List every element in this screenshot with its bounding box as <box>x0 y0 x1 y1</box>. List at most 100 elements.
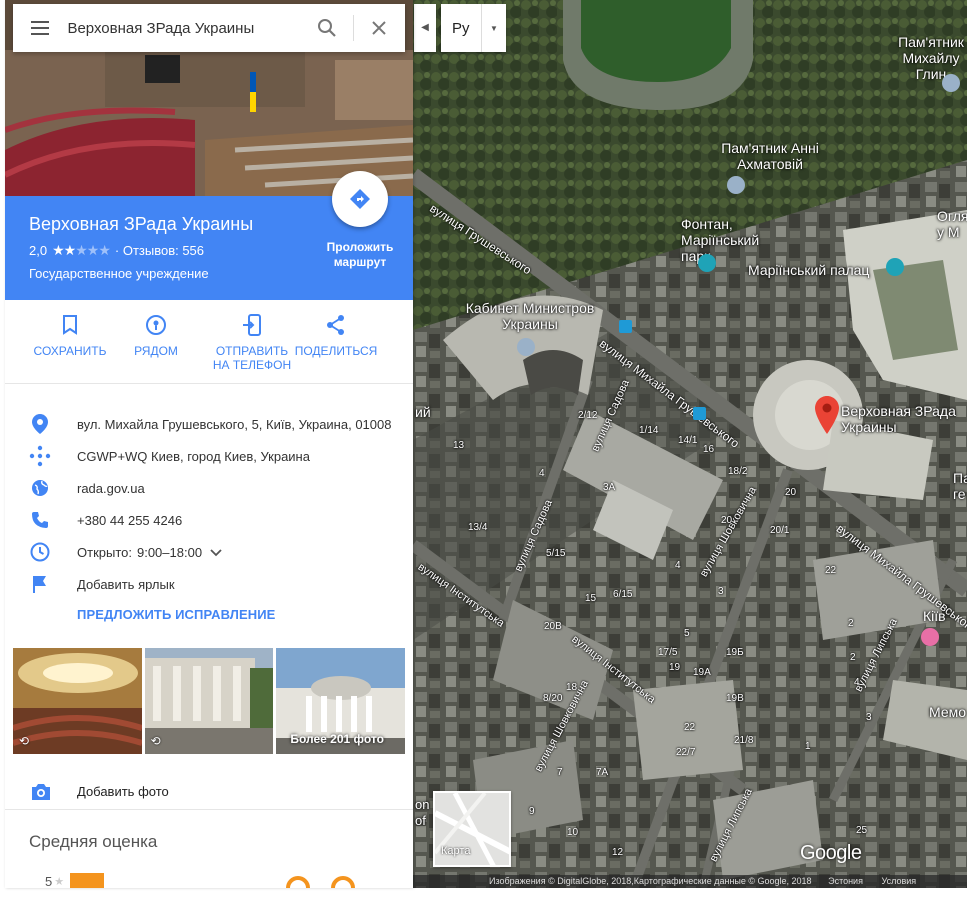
poi-label[interactable]: Кабинет Министров Украины <box>455 300 605 332</box>
nearby-button[interactable]: РЯДОМ <box>111 300 201 383</box>
camera-icon[interactable] <box>886 258 904 276</box>
star-empty-icon: ★ <box>86 242 100 258</box>
photo-thumbnail[interactable]: ⟲ <box>144 648 274 754</box>
house-number: 12 <box>612 847 624 858</box>
website-link[interactable]: rada.gov.ua <box>77 481 145 496</box>
clock-icon <box>30 542 50 562</box>
chevron-down-icon[interactable] <box>210 545 222 560</box>
star-icon: ★ <box>54 875 65 888</box>
house-number: 2 <box>848 618 854 629</box>
house-number: 5/15 <box>546 548 566 559</box>
poi-marker-icon[interactable] <box>727 176 745 194</box>
poi-label[interactable]: Маріїнський палац <box>748 262 869 278</box>
bus-stop-icon <box>619 320 632 333</box>
marker-label[interactable]: Верховная ЗРада Украины <box>841 403 961 435</box>
website-row[interactable]: rada.gov.ua <box>5 472 413 504</box>
directions-button[interactable] <box>332 171 388 227</box>
more-photos-tile[interactable]: Более 201 фото <box>276 648 406 754</box>
rating-bar <box>70 873 105 888</box>
poi-label[interactable]: Пам'ятник Анні Ахматовій <box>705 140 835 172</box>
photo-strip: ⟲ ⟲ Более 201 фото <box>13 648 406 754</box>
house-number: 15 <box>585 593 597 604</box>
directions-icon <box>350 189 370 209</box>
poi-label[interactable]: Огля у М <box>937 208 967 240</box>
place-category[interactable]: Государственное учреждение <box>29 266 209 281</box>
house-number: 10 <box>567 827 579 838</box>
plus-code-row[interactable]: CGWP+WQ Киев, город Киев, Украина <box>5 440 413 472</box>
route-label[interactable]: Проложить маршрут <box>313 240 407 270</box>
bus-stop-icon <box>693 407 706 420</box>
loading-spinner-icon <box>286 876 310 888</box>
flag-icon <box>33 576 46 593</box>
reviews-count-link[interactable]: · Отзывов: 556 <box>115 243 204 258</box>
phone-text: +380 44 255 4246 <box>77 512 183 528</box>
send-to-phone-button[interactable]: ОТПРАВИТЬ НА ТЕЛЕФОН <box>207 300 297 383</box>
clear-search-button[interactable] <box>354 4 405 52</box>
place-panel: Верховная ЗРада Украины 2,0 ★★★★★ · Отзы… <box>5 0 413 888</box>
house-number: 3А <box>603 482 616 493</box>
map-type-toggle[interactable]: Карта <box>433 791 511 867</box>
poi-marker-icon[interactable] <box>942 74 960 92</box>
house-number: 13 <box>453 440 465 451</box>
poi-marker-icon[interactable] <box>517 338 535 356</box>
terms-link[interactable]: Условия <box>881 876 916 886</box>
house-number: 6/15 <box>613 589 633 600</box>
poi-label[interactable]: Кіїв <box>923 608 946 624</box>
caret-left-icon: ◀ <box>421 22 429 33</box>
hours-row[interactable]: Открыто: 9:00–18:00 <box>5 536 413 568</box>
add-photo-row[interactable]: Добавить фото <box>5 774 413 810</box>
house-number: 1/14 <box>639 425 659 436</box>
rating-histogram-row: 5 ★ <box>45 873 105 888</box>
address-row[interactable]: вул. Михайла Грушевського, 5, Київ, Укра… <box>5 408 413 440</box>
address-text: вул. Михайла Грушевського, 5, Київ, Укра… <box>77 416 392 432</box>
house-number: 17/5 <box>658 647 678 658</box>
house-number: 4 <box>854 677 860 688</box>
star-filled-icon: ★ <box>52 242 65 258</box>
add-label-row[interactable]: Добавить ярлык <box>5 568 413 600</box>
house-number: 18 <box>566 682 578 693</box>
rating-row[interactable]: 2,0 ★★★★★ · Отзывов: 556 <box>29 242 204 259</box>
add-label-text: Добавить ярлык <box>77 576 175 592</box>
map-canvas[interactable]: вулиця Грушевського вулиця Михайла Груше… <box>413 0 967 888</box>
poi-label[interactable]: Фонтан, Маріїнський парк <box>681 216 791 264</box>
menu-button[interactable] <box>13 21 67 35</box>
share-label: ПОДЕЛИТЬСЯ <box>294 344 378 358</box>
camera-icon[interactable] <box>698 254 716 272</box>
collapse-panel-button[interactable]: ◀ <box>414 4 436 52</box>
red-pin-icon[interactable] <box>815 396 839 434</box>
search-icon <box>317 19 336 37</box>
house-number: 19В <box>726 693 744 704</box>
colonnade-photo <box>144 648 274 754</box>
suggest-edit-link[interactable]: ПРЕДЛОЖИТЬ ИСПРАВЛЕНИЕ <box>77 607 275 622</box>
panorama-360-icon: ⟲ <box>150 734 161 748</box>
rating-value: 2,0 <box>29 243 48 258</box>
photo-thumbnail[interactable]: ⟲ <box>13 648 142 754</box>
house-number: 3 <box>718 586 724 597</box>
phone-row[interactable]: +380 44 255 4246 <box>5 504 413 536</box>
chevron-down-icon[interactable]: ▼ <box>481 4 506 52</box>
poi-label[interactable]: Мемо <box>929 704 966 720</box>
globe-icon <box>32 480 48 496</box>
save-button[interactable]: СОХРАНИТЬ <box>25 300 115 383</box>
search-button[interactable] <box>301 4 352 52</box>
bookmark-icon <box>63 315 77 335</box>
rating-stars: ★★★★★ <box>52 242 111 259</box>
house-number: 22/7 <box>676 747 696 758</box>
poi-label[interactable]: Па ге <box>953 470 967 502</box>
phone-icon <box>32 512 48 528</box>
map-type-label: Карта <box>441 845 471 857</box>
house-number: 7А <box>596 767 609 778</box>
house-number: 4 <box>675 560 681 571</box>
region-link[interactable]: Эстония <box>828 876 863 886</box>
share-button[interactable]: ПОДЕЛИТЬСЯ <box>291 300 381 383</box>
attribution-bar: Изображения © DigitalGlobe, 2018,Картогр… <box>413 875 967 888</box>
house-number: 19Б <box>726 647 744 658</box>
house-number: 19А <box>693 667 711 678</box>
hotel-icon[interactable] <box>921 628 939 646</box>
google-logo: Google <box>800 842 862 864</box>
poi-label: ий <box>415 404 431 420</box>
search-input[interactable] <box>67 19 302 37</box>
language-select[interactable]: Ру ▼ <box>441 4 506 52</box>
house-number: 20 <box>721 515 733 526</box>
attribution-text: Изображения © DigitalGlobe, 2018,Картогр… <box>489 876 812 886</box>
